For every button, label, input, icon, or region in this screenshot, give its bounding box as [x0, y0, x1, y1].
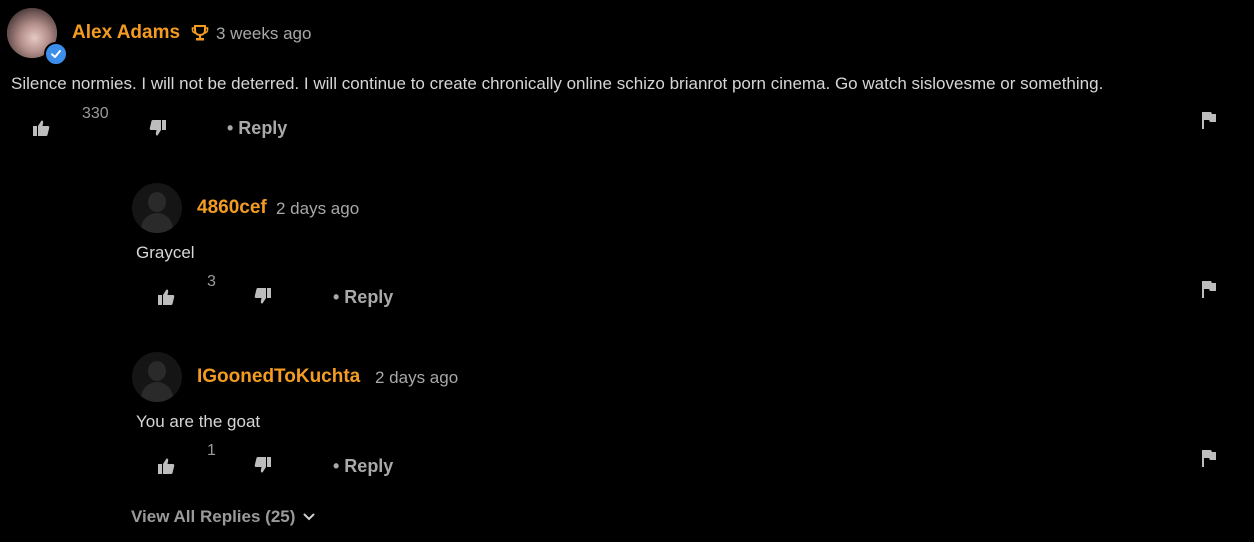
chevron-down-icon: [303, 513, 315, 521]
like-count: 1: [207, 442, 216, 459]
thumbs-up-icon[interactable]: [32, 119, 50, 137]
flag-icon[interactable]: [1201, 111, 1217, 129]
view-all-replies-label: View All Replies (25): [131, 507, 296, 526]
thumbs-down-icon[interactable]: [149, 119, 167, 137]
flag-icon[interactable]: [1201, 449, 1217, 467]
avatar[interactable]: [132, 352, 182, 402]
like-count: 330: [82, 105, 109, 122]
username[interactable]: IGoonedToKuchta: [197, 366, 360, 388]
comment-text: Silence normies. I will not be deterred.…: [11, 74, 1104, 93]
thumbs-up-icon[interactable]: [157, 288, 175, 306]
verified-badge-icon: [44, 42, 68, 66]
flag-icon[interactable]: [1201, 280, 1217, 298]
thumbs-down-icon[interactable]: [254, 456, 272, 474]
trophy-icon: [191, 24, 209, 42]
timestamp: 2 days ago: [375, 368, 459, 387]
timestamp: 3 weeks ago: [216, 24, 312, 43]
thumbs-up-icon[interactable]: [157, 457, 175, 475]
reply-button[interactable]: • Reply: [333, 287, 393, 308]
view-all-replies-button[interactable]: View All Replies (25): [131, 507, 315, 527]
username[interactable]: Alex Adams: [72, 22, 180, 44]
like-count: 3: [207, 273, 216, 290]
comment-text: You are the goat: [136, 412, 261, 431]
username[interactable]: 4860cef: [197, 197, 267, 219]
avatar[interactable]: [132, 183, 182, 233]
reply-button[interactable]: • Reply: [333, 456, 393, 477]
timestamp: 2 days ago: [276, 199, 360, 218]
thumbs-down-icon[interactable]: [254, 287, 272, 305]
reply-button[interactable]: • Reply: [227, 118, 287, 139]
comment-text: Graycel: [136, 243, 195, 262]
